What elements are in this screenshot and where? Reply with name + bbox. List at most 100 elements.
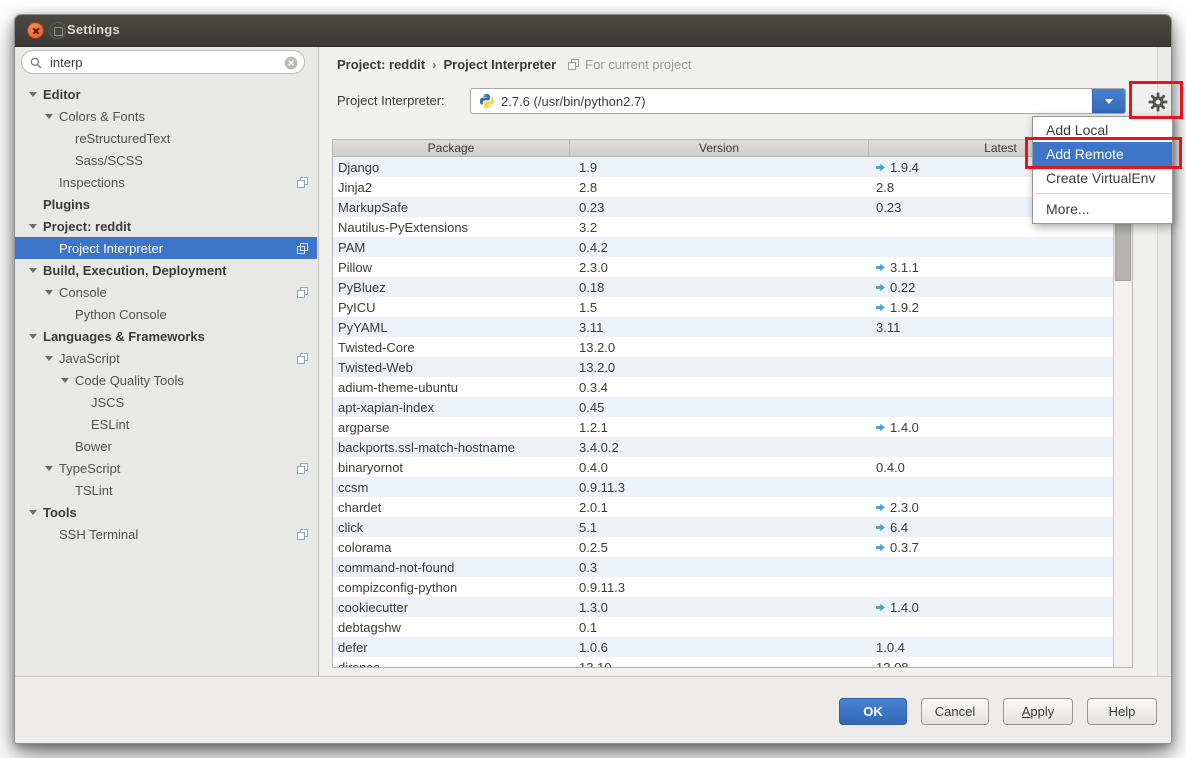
tree-item-project-reddit[interactable]: Project: reddit	[15, 215, 317, 237]
tree-item-javascript[interactable]: JavaScript	[15, 347, 317, 369]
clear-search-icon[interactable]	[284, 56, 298, 70]
table-row-argparse[interactable]: argparse1.2.11.4.0	[333, 417, 1132, 437]
table-row-jinja2[interactable]: Jinja22.82.8	[333, 177, 1132, 197]
column-header-package[interactable]: Package	[333, 140, 570, 156]
tree-item-tools[interactable]: Tools	[15, 501, 317, 523]
upgrade-arrow-icon	[876, 523, 885, 532]
help-button[interactable]: Help	[1087, 698, 1157, 725]
tree-item-label: Plugins	[43, 197, 90, 212]
tree-item-typescript[interactable]: TypeScript	[15, 457, 317, 479]
tree-item-editor[interactable]: Editor	[15, 83, 317, 105]
table-row-defer[interactable]: defer1.0.61.0.4	[333, 637, 1132, 657]
package-name: ccsm	[333, 480, 570, 495]
table-row-pyicu[interactable]: PyICU1.51.9.2	[333, 297, 1132, 317]
table-scrollbar[interactable]	[1113, 157, 1132, 667]
package-name: Nautilus-PyExtensions	[333, 220, 570, 235]
expander-arrow-icon[interactable]	[29, 268, 43, 273]
package-version: 1.3.0	[570, 600, 869, 615]
tree-item-sass-scss[interactable]: Sass/SCSS	[15, 149, 317, 171]
package-version: 5.1	[570, 520, 869, 535]
package-table-header[interactable]: Package Version Latest	[333, 140, 1132, 157]
table-row-click[interactable]: click5.16.4	[333, 517, 1132, 537]
tree-item-eslint[interactable]: ESLint	[15, 413, 317, 435]
table-row-apt-xapian-index[interactable]: apt-xapian-index0.45	[333, 397, 1132, 417]
apply-button[interactable]: Apply	[1003, 698, 1073, 725]
expander-arrow-icon[interactable]	[61, 378, 75, 383]
gear-button[interactable]	[1147, 91, 1169, 113]
tree-item-console[interactable]: Console	[15, 281, 317, 303]
window-close-button[interactable]	[27, 22, 44, 39]
table-row-pillow[interactable]: Pillow2.3.03.1.1	[333, 257, 1132, 277]
menu-item-more[interactable]: More...	[1033, 197, 1172, 221]
tree-item-restructuredtext[interactable]: reStructuredText	[15, 127, 317, 149]
tree-item-label: Inspections	[59, 175, 125, 190]
tree-item-jscs[interactable]: JSCS	[15, 391, 317, 413]
expander-arrow-icon[interactable]	[45, 466, 59, 471]
table-row-cookiecutter[interactable]: cookiecutter1.3.01.4.0	[333, 597, 1132, 617]
table-row-command-not-found[interactable]: command-not-found0.3	[333, 557, 1132, 577]
table-row-nautilus-pyextensions[interactable]: Nautilus-PyExtensions3.2	[333, 217, 1132, 237]
window-titlebar[interactable]: Settings	[15, 15, 1171, 47]
table-row-chardet[interactable]: chardet2.0.12.3.0	[333, 497, 1132, 517]
expander-arrow-icon[interactable]	[29, 92, 43, 97]
upgrade-arrow-icon	[876, 423, 885, 432]
tree-item-colors-fonts[interactable]: Colors & Fonts	[15, 105, 317, 127]
search-input[interactable]	[48, 53, 278, 71]
tree-item-plugins[interactable]: Plugins	[15, 193, 317, 215]
menu-item-create-virtualenv[interactable]: Create VirtualEnv	[1033, 166, 1172, 190]
table-row-debtagshw[interactable]: debtagshw0.1	[333, 617, 1132, 637]
menu-item-add-local[interactable]: Add Local	[1033, 118, 1172, 142]
per-project-copy-icon	[568, 59, 579, 70]
tree-item-label: Sass/SCSS	[75, 153, 143, 168]
column-header-version[interactable]: Version	[570, 140, 869, 156]
table-row-binaryornot[interactable]: binaryornot0.4.00.4.0	[333, 457, 1132, 477]
package-version: 0.3	[570, 560, 869, 575]
package-name: click	[333, 520, 570, 535]
table-row-pyyaml[interactable]: PyYAML3.113.11	[333, 317, 1132, 337]
ok-button[interactable]: OK	[839, 698, 907, 725]
table-row-django[interactable]: Django1.91.9.4	[333, 157, 1132, 177]
table-row-compizconfig-python[interactable]: compizconfig-python0.9.11.3	[333, 577, 1132, 597]
latest-version-text: 0.22	[890, 280, 915, 295]
table-row-twisted-web[interactable]: Twisted-Web13.2.0	[333, 357, 1132, 377]
expander-arrow-icon[interactable]	[45, 114, 59, 119]
table-row-markupsafe[interactable]: MarkupSafe0.230.23	[333, 197, 1132, 217]
table-row-twisted-core[interactable]: Twisted-Core13.2.0	[333, 337, 1132, 357]
expander-arrow-icon[interactable]	[45, 290, 59, 295]
tree-item-project-interpreter[interactable]: Project Interpreter	[15, 237, 317, 259]
latest-version-text: 0.3.7	[890, 540, 919, 555]
tree-item-label: Editor	[43, 87, 81, 102]
interpreter-label: Project Interpreter:	[337, 93, 445, 108]
expander-arrow-icon[interactable]	[45, 356, 59, 361]
table-row-pybluez[interactable]: PyBluez0.180.22	[333, 277, 1132, 297]
interpreter-combobox[interactable]: 2.7.6 (/usr/bin/python2.7)	[470, 88, 1126, 114]
interpreter-dropdown-button[interactable]	[1092, 89, 1125, 113]
per-project-copy-icon	[297, 177, 308, 188]
package-latest: 0.22	[869, 280, 1132, 295]
package-name: PyBluez	[333, 280, 570, 295]
table-row-backports-ssl-match-hostname[interactable]: backports.ssl-match-hostname3.4.0.2	[333, 437, 1132, 457]
tree-item-bower[interactable]: Bower	[15, 435, 317, 457]
settings-search-field[interactable]	[21, 50, 305, 74]
expander-arrow-icon[interactable]	[29, 224, 43, 229]
expander-arrow-icon[interactable]	[29, 510, 43, 515]
table-row-dirspec[interactable]: dirspec13.1013.08	[333, 657, 1132, 668]
tree-item-tslint[interactable]: TSLint	[15, 479, 317, 501]
tree-item-ssh-terminal[interactable]: SSH Terminal	[15, 523, 317, 545]
tree-item-python-console[interactable]: Python Console	[15, 303, 317, 325]
table-row-ccsm[interactable]: ccsm0.9.11.3	[333, 477, 1132, 497]
window-maximize-button[interactable]	[49, 22, 66, 39]
package-name: binaryornot	[333, 460, 570, 475]
table-row-colorama[interactable]: colorama0.2.50.3.7	[333, 537, 1132, 557]
tree-item-languages-frameworks[interactable]: Languages & Frameworks	[15, 325, 317, 347]
expander-arrow-icon[interactable]	[29, 334, 43, 339]
tree-item-build-execution-deployment[interactable]: Build, Execution, Deployment	[15, 259, 317, 281]
menu-separator	[1034, 193, 1171, 194]
tree-item-inspections[interactable]: Inspections	[15, 171, 317, 193]
cancel-button[interactable]: Cancel	[921, 698, 989, 725]
breadcrumb-project[interactable]: Project: reddit	[337, 57, 425, 72]
table-row-pam[interactable]: PAM0.4.2	[333, 237, 1132, 257]
menu-item-add-remote[interactable]: Add Remote	[1033, 142, 1172, 166]
table-row-adium-theme-ubuntu[interactable]: adium-theme-ubuntu0.3.4	[333, 377, 1132, 397]
tree-item-code-quality-tools[interactable]: Code Quality Tools	[15, 369, 317, 391]
